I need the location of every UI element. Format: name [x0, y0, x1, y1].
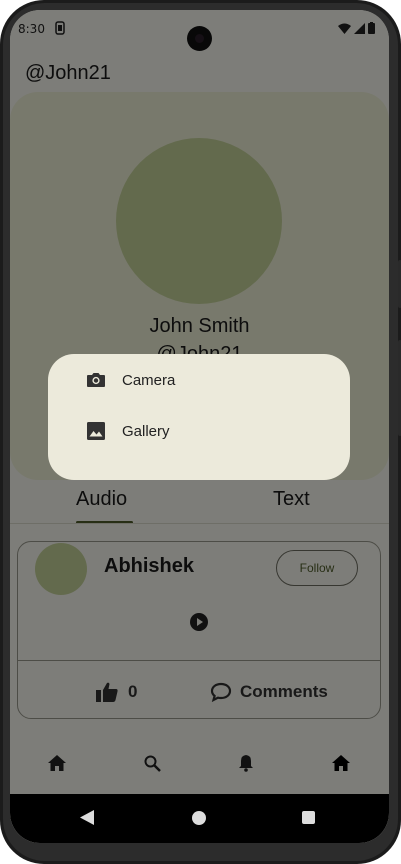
gallery-option-label: Gallery	[122, 422, 170, 440]
camera-option-label: Camera	[122, 371, 176, 389]
recents-icon[interactable]	[302, 811, 315, 824]
camera-icon	[87, 373, 105, 387]
device-frame: 8:30 @John21 J	[0, 0, 401, 864]
gallery-option[interactable]: Gallery	[48, 407, 350, 455]
system-nav-bar	[10, 794, 389, 843]
image-source-dialog: Camera Gallery	[48, 354, 350, 480]
image-icon	[87, 422, 105, 440]
home-circle-icon[interactable]	[192, 811, 206, 825]
screen: 8:30 @John21 J	[10, 10, 389, 843]
back-icon[interactable]	[80, 810, 94, 825]
camera-option[interactable]: Camera	[48, 356, 350, 404]
